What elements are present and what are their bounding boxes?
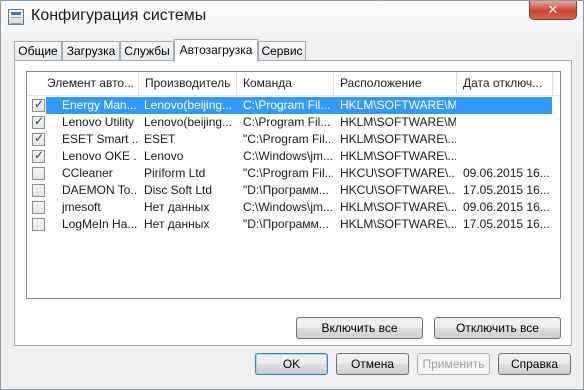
cancel-button[interactable]: Отмена — [336, 353, 409, 375]
cell-vendor: Нет данных — [144, 217, 210, 231]
startup-list[interactable]: Элемент авто... Производитель Команда Ра… — [26, 71, 561, 299]
cell-date — [463, 114, 553, 131]
cell-command: C:\Windows\jm... — [243, 200, 333, 214]
checkmark-icon: ✓ — [34, 114, 45, 128]
startup-item-checkbox[interactable] — [32, 184, 45, 197]
cell-item: Lenovo Utility — [62, 115, 135, 129]
cell-command: C:\Windows\jm... — [243, 149, 333, 163]
checkmark-icon: ✓ — [34, 97, 45, 111]
cell-date: 09.06.2015 16... — [463, 166, 550, 180]
startup-item-checkbox[interactable]: ✓ — [32, 148, 45, 163]
cell-vendor: Lenovo(beijing... — [144, 115, 233, 129]
cell-date: 17.05.2015 16... — [463, 217, 550, 231]
tab-strip: Общие Загрузка Службы Автозагрузка Серви… — [14, 39, 574, 62]
cell-vendor: Disc Soft Ltd — [144, 183, 213, 197]
ok-button[interactable]: OK — [255, 353, 328, 375]
cell-command: "C:\Program Fil... — [243, 166, 333, 180]
table-row[interactable]: jmesoft Нет данных C:\Windows\jm... HKLM\SO… — [27, 199, 560, 216]
disable-all-button[interactable]: Отключить все — [434, 317, 561, 339]
cell-command: "D:\Программ... — [243, 217, 329, 231]
close-button[interactable]: ✕ — [529, 1, 577, 20]
cell-command: "D:\Программ... — [243, 183, 329, 197]
tab-general[interactable]: Общие — [14, 41, 62, 61]
column-header-startup-item[interactable]: Элемент авто... — [41, 72, 139, 95]
startup-item-checkbox[interactable] — [32, 218, 45, 231]
cell-vendor: ESET — [144, 132, 176, 146]
tab-services[interactable]: Службы — [120, 41, 174, 61]
cell-date — [463, 148, 553, 165]
cell-vendor: Piriform Ltd — [144, 166, 206, 180]
cell-date — [463, 97, 553, 114]
table-row[interactable]: CCleaner Piriform Ltd "C:\Program Fil... HK… — [27, 165, 560, 182]
cell-vendor: Lenovo — [144, 149, 184, 163]
cell-command: "C:\Program Fil... — [243, 132, 333, 146]
cell-date: 17.05.2015 16... — [463, 183, 550, 197]
table-row[interactable]: LogMeIn Ha... Нет данных "D:\Программ... HK… — [27, 216, 560, 233]
system-configuration-window: Конфигурация системы ✕ Общие Загрузка Сл… — [0, 0, 584, 390]
cell-command: C:\Program Fil... — [243, 115, 331, 129]
cell-location: HKLM\SOFTWARE\... — [340, 200, 456, 214]
checkmark-icon: ✓ — [34, 131, 45, 145]
help-button[interactable]: Справка — [498, 353, 571, 375]
startup-item-checkbox[interactable]: ✓ — [32, 97, 45, 112]
startup-item-checkbox[interactable] — [32, 167, 45, 180]
cell-location: HKLM\SOFTWARE\... — [340, 149, 456, 163]
cell-vendor: Lenovo(beijing... — [144, 98, 233, 112]
column-header-date-disabled[interactable]: Дата отключ... — [457, 72, 553, 95]
cell-item: ESET Smart ... — [62, 132, 138, 146]
startup-panel: Элемент авто... Производитель Команда Ра… — [14, 60, 572, 346]
cell-vendor: Нет данных — [144, 200, 210, 214]
table-row[interactable]: ✓ ESET Smart ... ESET "C:\Program Fil... HKL… — [27, 131, 560, 148]
startup-item-checkbox[interactable]: ✓ — [32, 114, 45, 129]
cell-item: DAEMON To... — [62, 183, 138, 197]
cell-location: HKLM\SOFTWARE\M... — [340, 98, 456, 112]
table-row[interactable]: ✓ Energy Man... Lenovo(beijing... C:\Progra… — [27, 97, 560, 114]
table-row[interactable]: ✓ Lenovo OKE ... Lenovo C:\Windows\jm... HKL… — [27, 148, 560, 165]
table-row[interactable]: DAEMON To... Disc Soft Ltd "D:\Программ...… — [27, 182, 560, 199]
cell-item: LogMeIn Ha... — [62, 217, 138, 231]
list-header: Элемент авто... Производитель Команда Ра… — [27, 72, 560, 96]
title-bar[interactable]: Конфигурация системы — [1, 1, 583, 33]
tab-tools[interactable]: Сервис — [258, 41, 306, 61]
tab-startup[interactable]: Автозагрузка — [174, 39, 258, 62]
column-header-location[interactable]: Расположение — [334, 72, 457, 95]
apply-button[interactable]: Применить — [417, 353, 490, 375]
window-title: Конфигурация системы — [31, 7, 207, 24]
cell-location: HKCU\SOFTWARE\... — [340, 166, 456, 180]
table-row[interactable]: ✓ Lenovo Utility Lenovo(beijing... C:\Progr… — [27, 114, 560, 131]
tab-boot[interactable]: Загрузка — [62, 41, 120, 61]
column-header-command[interactable]: Команда — [237, 72, 334, 95]
startup-item-checkbox[interactable]: ✓ — [32, 131, 45, 146]
cell-location: HKLM\SOFTWARE\M... — [340, 115, 456, 129]
column-header-manufacturer[interactable]: Производитель — [139, 72, 237, 95]
cell-item: CCleaner — [62, 166, 113, 180]
cell-item: Energy Man... — [62, 98, 137, 112]
cell-command: C:\Program Fil... — [243, 98, 331, 112]
cell-item: Lenovo OKE ... — [62, 149, 138, 163]
checkmark-icon: ✓ — [34, 148, 45, 162]
cell-location: HKLM\SOFTWARE\... — [340, 132, 456, 146]
cell-location: HKCU\SOFTWARE\... — [340, 183, 456, 197]
enable-all-button[interactable]: Включить все — [296, 317, 423, 339]
cell-date: 09.06.2015 16... — [463, 200, 550, 214]
startup-item-checkbox[interactable] — [32, 201, 45, 214]
cell-date — [463, 131, 553, 148]
cell-item: jmesoft — [62, 200, 101, 214]
msconfig-app-icon — [8, 9, 24, 25]
cell-location: HKLM\SOFTWARE\... — [340, 217, 456, 231]
